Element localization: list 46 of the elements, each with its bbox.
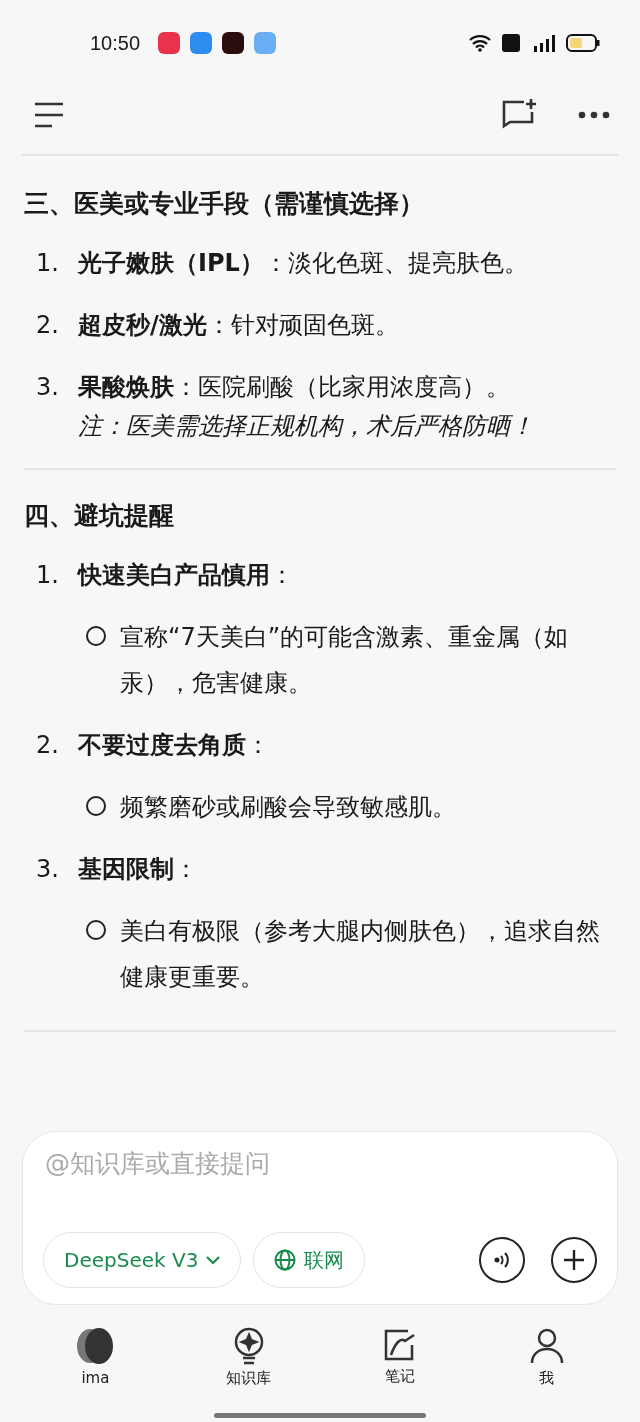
section-heading: 三、医美或专业手段（需谨慎选择） bbox=[24, 187, 425, 220]
list-number: 1. bbox=[36, 248, 60, 279]
nav-tab[interactable]: 我 bbox=[528, 1327, 565, 1407]
bullet-icon bbox=[86, 796, 106, 816]
list-item-text: 基因限制： bbox=[78, 854, 199, 885]
list-item-text: 快速美白产品慎用： bbox=[78, 560, 295, 591]
nav-tab[interactable]: ima bbox=[75, 1327, 116, 1407]
plus-icon bbox=[563, 1249, 585, 1271]
hd-icon bbox=[502, 34, 520, 52]
nav-tab[interactable]: 知识库 bbox=[226, 1327, 272, 1407]
bullet-text: 频繁磨砂或刷酸会导致敏感肌。 bbox=[120, 792, 456, 823]
list-number: 2. bbox=[36, 310, 60, 341]
list-item-text: 超皮秒/激光：针对顽固色斑。 bbox=[78, 310, 400, 341]
section-heading: 四、避坑提醒 bbox=[24, 499, 175, 532]
logo-icon bbox=[75, 1327, 116, 1365]
person-icon bbox=[528, 1327, 565, 1365]
globe-icon bbox=[274, 1249, 297, 1271]
nav-tab[interactable]: 笔记 bbox=[381, 1327, 418, 1407]
bullet-text: 宣称“7天美白”的可能含激素、重金属（如汞），危害健康。 bbox=[120, 622, 570, 699]
chevron-down-icon bbox=[206, 1255, 221, 1265]
app-icon bbox=[222, 32, 245, 54]
note-text: 注：医美需选择正规机构，术后严格防晒！ bbox=[78, 411, 535, 442]
list-number: 3. bbox=[36, 854, 60, 885]
list-number: 3. bbox=[36, 372, 60, 403]
status-time: 10:50 bbox=[90, 31, 141, 55]
list-number: 1. bbox=[36, 560, 60, 591]
app-icon bbox=[190, 32, 213, 54]
bullet-icon bbox=[86, 920, 106, 940]
battery-icon bbox=[566, 34, 600, 52]
list-item-text: 果酸焕肤：医院刷酸（比家用浓度高）。 bbox=[78, 372, 511, 403]
question-input-field[interactable]: @知识库或直接提问 bbox=[43, 1148, 597, 1179]
bullet-icon bbox=[86, 626, 106, 646]
list-item-text: 光子嫩肤（IPL）：淡化色斑、提亮肤色。 bbox=[78, 248, 529, 279]
menu-icon[interactable] bbox=[34, 102, 64, 128]
list-number: 2. bbox=[36, 730, 60, 761]
sound-wave-icon bbox=[492, 1250, 512, 1270]
more-icon[interactable] bbox=[578, 111, 610, 119]
app-icon bbox=[158, 32, 181, 54]
voice-button[interactable] bbox=[479, 1237, 525, 1283]
list-item-text: 不要过度去角质： bbox=[78, 730, 271, 761]
weather-icon bbox=[254, 32, 277, 54]
add-button[interactable] bbox=[551, 1237, 597, 1283]
model-selector-button[interactable]: DeepSeek V3 bbox=[43, 1232, 242, 1288]
bullet-text: 美白有极限（参考大腿内侧肤色），追求自然健康更重要。 bbox=[120, 916, 601, 993]
wifi-icon bbox=[468, 34, 492, 52]
web-search-button[interactable]: 联网 bbox=[253, 1232, 366, 1288]
